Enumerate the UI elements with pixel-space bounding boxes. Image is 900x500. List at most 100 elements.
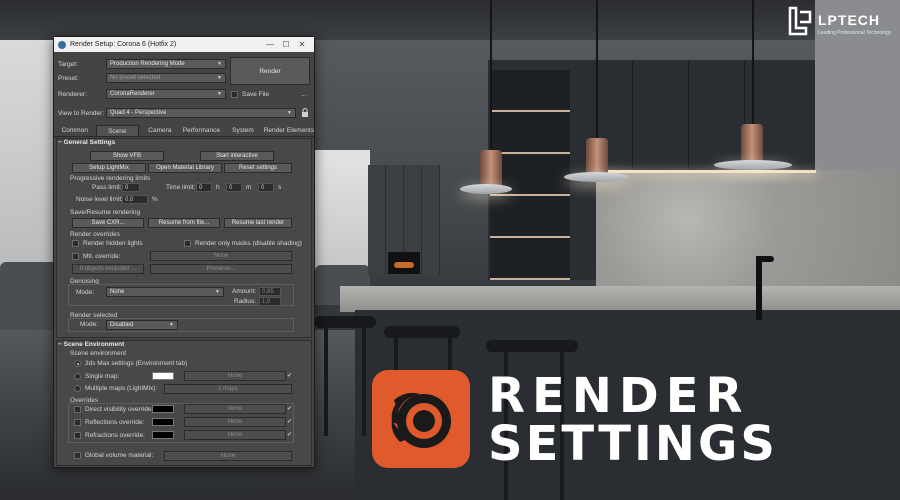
ceiling (0, 0, 900, 40)
general-settings-header[interactable]: − General Settings (58, 139, 115, 146)
save-file-checkbox[interactable] (231, 91, 238, 98)
window-back (315, 150, 370, 270)
target-dropdown[interactable]: Production Rendering Mode ▼ (106, 59, 226, 69)
render-only-masks-label: Render only masks (disable shading) (195, 240, 302, 247)
multiple-maps-radio[interactable] (74, 385, 81, 392)
bar-stool (486, 340, 578, 352)
global-volume-checkbox[interactable] (74, 452, 81, 459)
chevron-down-icon: ▼ (287, 110, 292, 116)
refractions-override-label: Refractions override: (85, 432, 145, 439)
noise-level-label: Noise level limit: (76, 196, 123, 203)
tab-system[interactable]: System (222, 125, 264, 136)
single-map-radio[interactable] (74, 373, 81, 380)
render-only-masks-checkbox[interactable] (184, 240, 191, 247)
single-map-label: Single map: (85, 373, 120, 380)
checkmark-icon[interactable]: ✔ (287, 372, 292, 379)
denoising-mode-dropdown[interactable]: None ▼ (106, 287, 224, 297)
dialog-titlebar[interactable]: Render Setup: Corona 6 (Hotfix 2) — ☐ ✕ (54, 37, 314, 52)
reset-settings-button[interactable]: Reset settings (224, 163, 292, 173)
mtl-override-label: Mtl. override: (83, 253, 121, 260)
multiple-maps-button[interactable]: 2 maps (164, 384, 292, 394)
time-limit-seconds-input[interactable]: 0 (258, 183, 274, 192)
open-material-library-button[interactable]: Open Material Library (148, 163, 222, 173)
seconds-unit: s (278, 184, 282, 191)
time-limit-hours-input[interactable]: 0 (196, 183, 212, 192)
max-settings-label: 3ds Max settings (Environment tab) (85, 360, 188, 367)
direct-visibility-slot[interactable]: None (184, 404, 286, 414)
refractions-color-swatch[interactable] (152, 431, 174, 439)
preset-value: No preset selected (110, 75, 161, 81)
global-volume-slot[interactable]: None (164, 451, 292, 461)
direct-visibility-checkbox[interactable] (74, 406, 81, 413)
direct-visibility-label: Direct visibility override: (85, 406, 154, 413)
marble-backsplash (596, 170, 900, 290)
faucet-spout (756, 256, 774, 262)
reflections-color-swatch[interactable] (152, 418, 174, 426)
resume-last-render-button[interactable]: Resume last render (224, 218, 292, 228)
checkmark-icon[interactable]: ✔ (287, 431, 292, 438)
progressive-limits-title: Progressive rendering limits (70, 175, 151, 182)
noise-level-input[interactable]: 0,0 (122, 195, 148, 204)
lptech-logo: LPTECH Leading Professional Technology (786, 6, 896, 40)
maximize-button[interactable]: ☐ (278, 40, 294, 49)
pendant-glass (714, 160, 792, 170)
resume-from-file-button[interactable]: Resume from file... (148, 218, 220, 228)
preset-dropdown[interactable]: No preset selected ▼ (106, 73, 226, 83)
save-resume-title: Save/Resume rendering (70, 209, 141, 216)
bar-stool-leg (362, 326, 366, 436)
pass-limit-input[interactable]: 0 (122, 183, 140, 192)
tab-performance[interactable]: Performance (181, 125, 223, 136)
noise-level-unit: % (152, 196, 158, 203)
minimize-button[interactable]: — (262, 40, 278, 49)
chevron-down-icon: ▼ (217, 61, 222, 67)
lock-icon[interactable] (301, 108, 309, 118)
tab-scene[interactable]: Scene (95, 125, 140, 136)
tab-common[interactable]: Common (54, 125, 96, 136)
objects-excluded-button[interactable]: 0 objects excluded ... (72, 264, 144, 274)
refractions-override-checkbox[interactable] (74, 432, 81, 439)
target-value: Production Rendering Mode (110, 61, 185, 67)
max-settings-radio[interactable] (74, 360, 81, 367)
save-file-browse-button[interactable]: ... (301, 91, 306, 98)
brand-name: LPTECH (818, 12, 880, 28)
corona-logo (372, 370, 470, 468)
chevron-down-icon: ▼ (217, 91, 222, 97)
render-hidden-lights-checkbox[interactable] (72, 240, 79, 247)
single-map-slot[interactable]: None (184, 371, 286, 381)
render-button[interactable]: Render (230, 57, 310, 85)
checkmark-icon[interactable]: ✔ (287, 405, 292, 412)
view-to-render-label: View to Render: (58, 110, 105, 117)
close-button[interactable]: ✕ (294, 40, 310, 49)
chevron-down-icon: ▼ (215, 289, 220, 295)
time-limit-minutes-input[interactable]: 0 (226, 183, 242, 192)
checkmark-icon[interactable]: ✔ (287, 418, 292, 425)
direct-visibility-color-swatch[interactable] (152, 405, 174, 413)
denoise-radius-input[interactable]: 1,0 (259, 297, 281, 306)
preset-label: Preset: (58, 75, 79, 82)
mtl-override-checkbox[interactable] (72, 253, 79, 260)
start-interactive-button[interactable]: Start interactive (200, 151, 274, 161)
preserve-button[interactable]: Preserve... (150, 264, 292, 274)
tab-bar: Common Scene Camera Performance System R… (54, 125, 314, 137)
reflections-override-label: Reflections override: (85, 419, 145, 426)
view-to-render-dropdown[interactable]: Quad 4 - Perspective ▼ (106, 108, 296, 118)
save-cxr-button[interactable]: Save CXR... (72, 218, 144, 228)
refractions-override-slot[interactable]: None (184, 430, 286, 440)
scene-environment-header[interactable]: − Scene Environment (58, 341, 124, 348)
pendant-shade (741, 124, 763, 164)
denoising-mode-value: None (110, 289, 125, 295)
setup-lightmix-button[interactable]: Setup LightMix (72, 163, 146, 173)
render-selected-group (68, 318, 294, 332)
mtl-override-slot[interactable]: None (150, 251, 292, 261)
tab-camera[interactable]: Camera (139, 125, 181, 136)
reflections-override-checkbox[interactable] (74, 419, 81, 426)
reflections-override-slot[interactable]: None (184, 417, 286, 427)
single-map-color-swatch[interactable] (152, 372, 174, 380)
show-vfb-button[interactable]: Show VFB (90, 151, 164, 161)
denoise-radius-label: Radius: (234, 298, 257, 305)
render-selected-mode-dropdown[interactable]: Disabled ▼ (106, 320, 178, 330)
denoise-amount-label: Amount: (232, 288, 257, 295)
renderer-dropdown[interactable]: CoronaRenderer ▼ (106, 89, 226, 99)
denoise-amount-input[interactable]: 0,65 (259, 287, 281, 296)
tab-render-elements[interactable]: Render Elements (264, 125, 314, 136)
